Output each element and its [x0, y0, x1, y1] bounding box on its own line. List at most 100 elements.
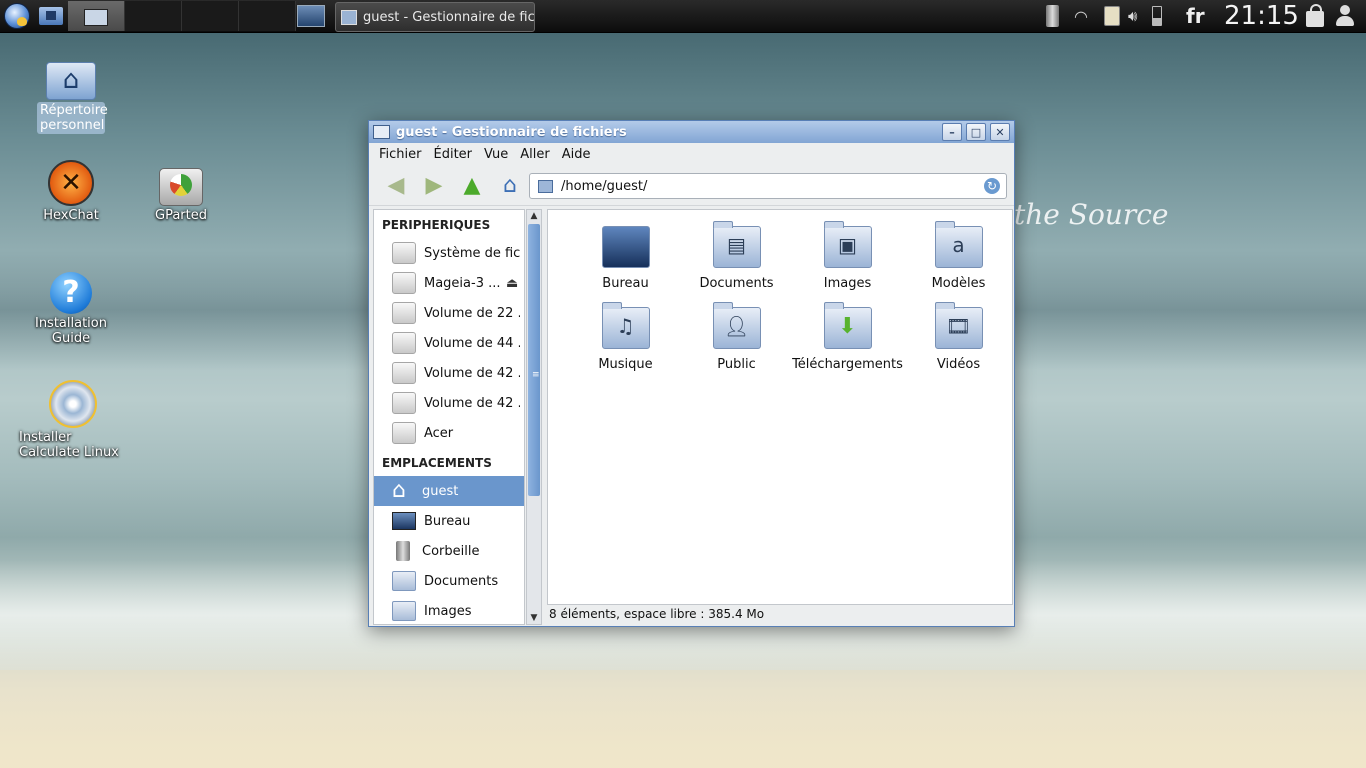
file-manager-window: guest - Gestionnaire de fichiers – □ ✕ F…: [368, 120, 1015, 627]
drive-icon: [392, 422, 416, 444]
battery-applet[interactable]: [1152, 0, 1168, 32]
forward-arrow-icon: ▶: [425, 172, 443, 198]
menu-aide[interactable]: Aide: [556, 147, 597, 162]
public-folder-icon: 👤︎: [712, 302, 761, 349]
sidebar-device-mageia[interactable]: Mageia-3 ... ⏏: [374, 268, 524, 298]
keyboard-layout[interactable]: fr: [1186, 0, 1218, 32]
file-item-public[interactable]: 👤︎ Public: [681, 301, 792, 382]
up-button[interactable]: ▲: [457, 171, 487, 199]
lock-screen-button[interactable]: [1306, 0, 1328, 32]
menu-fichier[interactable]: Fichier: [373, 147, 428, 162]
forward-button[interactable]: ▶: [419, 171, 449, 199]
maximize-button[interactable]: □: [966, 123, 986, 141]
sidebar-device-volume-22[interactable]: Volume de 22 ...: [374, 298, 524, 328]
sidebar-device-filesystem[interactable]: Système de fic...: [374, 238, 524, 268]
close-button[interactable]: ✕: [990, 123, 1010, 141]
menu-aller[interactable]: Aller: [514, 147, 555, 162]
sidebar-place-corbeille[interactable]: Corbeille: [374, 536, 524, 566]
eject-icon[interactable]: ⏏: [506, 276, 518, 291]
desktop-icon-label: Installer Calculate Linux: [19, 430, 119, 460]
file-item-videos[interactable]: 🎞︎ Vidéos: [903, 301, 1014, 382]
home-launcher-button[interactable]: [36, 3, 66, 29]
workspace-3[interactable]: [182, 1, 239, 31]
file-view: Bureau ▤ Documents ▣ Images a Modèles ♫ Musi…: [547, 209, 1013, 605]
lock-icon: [1306, 4, 1324, 27]
workspace-1[interactable]: [68, 1, 125, 31]
optical-drive-icon: [392, 272, 416, 294]
documents-folder-icon: [392, 571, 416, 591]
desktop-icon: [297, 5, 325, 27]
file-manager-icon: [373, 125, 390, 139]
back-arrow-icon: ◀: [387, 172, 405, 198]
file-item-images[interactable]: ▣ Images: [792, 220, 903, 301]
wifi-icon: ◠: [1074, 6, 1088, 26]
templates-folder-icon: a: [934, 221, 983, 268]
videos-folder-icon: 🎞︎: [934, 302, 983, 349]
reload-button[interactable]: ↻: [984, 178, 1000, 194]
folder-location-icon: [538, 179, 553, 193]
scrollbar-thumb[interactable]: ≡: [528, 224, 540, 496]
minimize-button[interactable]: –: [942, 123, 962, 141]
gparted-icon: [159, 168, 203, 206]
menu-vue[interactable]: Vue: [478, 147, 514, 162]
menu-bar: Fichier Éditer Vue Aller Aide: [369, 143, 1014, 165]
file-item-modeles[interactable]: a Modèles: [903, 220, 1014, 301]
sidebar-device-volume-42b[interactable]: Volume de 42 ...: [374, 388, 524, 418]
trash-applet[interactable]: [1046, 0, 1064, 32]
home-icon: ⌂: [503, 172, 517, 198]
file-item-musique[interactable]: ♫ Musique: [570, 301, 681, 382]
file-item-bureau[interactable]: Bureau: [570, 220, 681, 301]
side-pane-scrollbar[interactable]: ▲ ≡ ▼: [526, 209, 542, 625]
desktop-icon-installer[interactable]: Installer Calculate Linux: [19, 380, 123, 460]
sidebar-place-images[interactable]: Images: [374, 596, 524, 624]
network-applet[interactable]: ◠: [1074, 0, 1100, 32]
side-pane: PERIPHERIQUES Système de fic... Mageia-3…: [373, 209, 525, 625]
desktop-icon-label: GParted: [155, 208, 207, 223]
pictures-folder-icon: [392, 601, 416, 621]
home-button[interactable]: ⌂: [495, 171, 525, 199]
places-header: EMPLACEMENTS: [382, 456, 492, 470]
sidebar-place-guest[interactable]: ⌂ guest: [374, 476, 524, 506]
scroll-up-icon[interactable]: ▲: [527, 210, 541, 222]
window-title: guest - Gestionnaire de fichiers: [396, 124, 627, 140]
location-bar[interactable]: /home/guest/ ↻: [529, 173, 1007, 199]
documents-folder-icon: ▤: [712, 221, 761, 268]
clock[interactable]: 21:15: [1224, 0, 1300, 32]
top-panel: guest - Gestionnaire de fichi... ◠ 🔊︎ fr…: [0, 0, 1366, 33]
back-button[interactable]: ◀: [381, 171, 411, 199]
workspace-4[interactable]: [239, 1, 296, 31]
sidebar-device-volume-44[interactable]: Volume de 44 ...: [374, 328, 524, 358]
sidebar-device-volume-42a[interactable]: Volume de 42 ...: [374, 358, 524, 388]
window-thumbnail-icon: [84, 9, 108, 26]
clipboard-applet[interactable]: [1104, 0, 1124, 32]
file-manager-icon: [341, 9, 357, 25]
sidebar-place-documents[interactable]: Documents: [374, 566, 524, 596]
show-desktop-button[interactable]: [296, 3, 326, 29]
up-arrow-icon: ▲: [463, 172, 481, 198]
menu-editer[interactable]: Éditer: [428, 147, 479, 162]
sidebar-device-acer[interactable]: Acer: [374, 418, 524, 448]
desktop-icon-hexchat[interactable]: HexChat: [19, 160, 123, 223]
window-titlebar[interactable]: guest - Gestionnaire de fichiers – □ ✕: [369, 121, 1014, 143]
user-menu-button[interactable]: [1334, 0, 1362, 32]
desktop-icon-home[interactable]: Répertoire personnel: [19, 54, 123, 134]
battery-icon: [1152, 6, 1162, 26]
file-item-telechargements[interactable]: ⬇ Téléchargements: [792, 301, 903, 382]
desktop-icon-label: HexChat: [43, 208, 99, 223]
hexchat-icon: [48, 160, 94, 206]
desktop-icon-gparted[interactable]: GParted: [129, 160, 233, 223]
drive-icon: [392, 332, 416, 354]
volume-icon: 🔊︎: [1128, 7, 1138, 25]
scroll-down-icon[interactable]: ▼: [527, 612, 541, 624]
app-menu-button[interactable]: [2, 3, 32, 29]
volume-applet[interactable]: 🔊︎: [1128, 0, 1148, 32]
sidebar-place-bureau[interactable]: Bureau: [374, 506, 524, 536]
home-icon: [39, 7, 63, 25]
grip-icon: ≡: [532, 370, 540, 380]
desktop-folder-icon: [601, 226, 650, 268]
drive-icon: [392, 392, 416, 414]
file-item-documents[interactable]: ▤ Documents: [681, 220, 792, 301]
workspace-2[interactable]: [125, 1, 182, 31]
desktop-icon-installation-guide[interactable]: Installation Guide: [19, 272, 123, 346]
taskbar-file-manager[interactable]: guest - Gestionnaire de fichi...: [335, 2, 535, 32]
